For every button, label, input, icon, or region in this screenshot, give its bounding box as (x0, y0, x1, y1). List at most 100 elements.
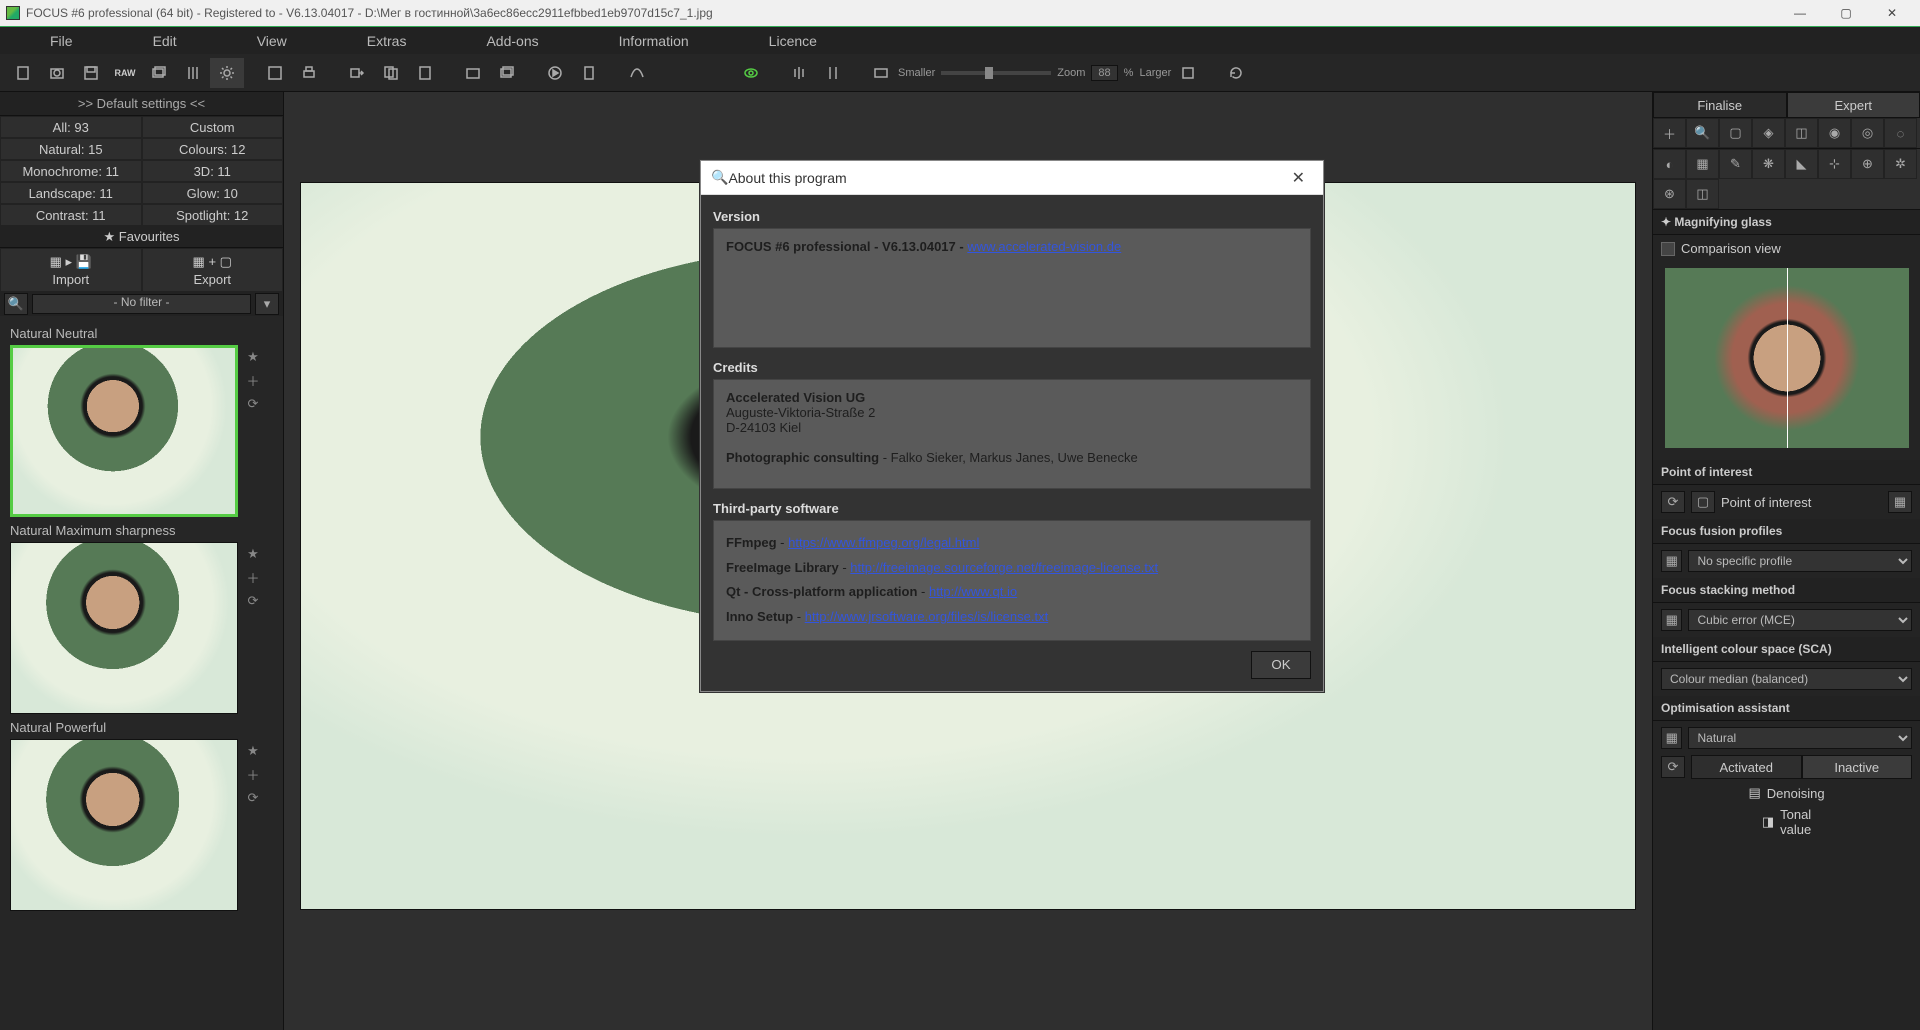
sca-select[interactable]: Colour median (balanced) (1661, 668, 1912, 690)
cat-colours[interactable]: Colours: 12 (142, 138, 284, 160)
magnifier-preview[interactable] (1665, 268, 1909, 448)
tp-link-1[interactable]: http://freeimage.sourceforge.net/freeima… (850, 560, 1158, 575)
pie-icon[interactable]: ◐ (1653, 149, 1686, 179)
ok-button[interactable]: OK (1251, 651, 1311, 679)
frame-tool-icon[interactable]: ▢ (1719, 118, 1752, 148)
nodes-icon[interactable]: ⊹ (1818, 149, 1851, 179)
fav-star-icon[interactable]: ★ (247, 743, 259, 759)
cat-monochrome[interactable]: Monochrome: 11 (0, 160, 142, 182)
menu-view[interactable]: View (217, 33, 327, 49)
zoom-smaller-label[interactable]: Smaller (898, 67, 935, 79)
profiles-head[interactable]: Focus fusion profiles (1653, 519, 1920, 544)
close-button[interactable]: ✕ (1870, 1, 1914, 25)
menu-licence[interactable]: Licence (729, 33, 857, 49)
minimize-button[interactable]: — (1778, 1, 1822, 25)
refresh-icon[interactable]: ⟳ (248, 790, 259, 806)
default-settings-bar[interactable]: >> Default settings << (0, 92, 283, 116)
zoom-slider[interactable] (941, 71, 1051, 75)
preset-list[interactable]: Natural Neutral ★ ＋ ⟳ Natural Maximum sh… (0, 316, 283, 1030)
raw-icon[interactable]: RAW (108, 58, 142, 88)
export-icon[interactable] (340, 58, 374, 88)
add-tool-icon[interactable]: ＋ (1653, 118, 1686, 148)
dialog-close-icon[interactable]: ✕ (1284, 164, 1313, 192)
add-icon[interactable]: ＋ (246, 568, 259, 587)
zoom-tool-icon[interactable]: 🔍 (1686, 118, 1719, 148)
menu-addons[interactable]: Add-ons (446, 33, 578, 49)
target-icon[interactable]: ◎ (1851, 118, 1884, 148)
menu-information[interactable]: Information (579, 33, 729, 49)
tp-link-3[interactable]: http://www.jrsoftware.org/files/is/licen… (805, 609, 1048, 624)
tp-link-2[interactable]: http://www.qt.io (929, 584, 1017, 599)
canvas-area[interactable]: 🔍 About this program ✕ Version FOCUS #6 … (284, 92, 1652, 1030)
wand-icon[interactable]: ✎ (1719, 149, 1752, 179)
compare-icon[interactable] (816, 58, 850, 88)
poi-head[interactable]: Point of interest (1653, 460, 1920, 485)
droplet-icon[interactable]: ◌ (1884, 118, 1917, 148)
play-icon[interactable] (538, 58, 572, 88)
zoom-value-input[interactable]: 88 (1091, 65, 1117, 81)
globe-icon[interactable]: ⊛ (1653, 179, 1686, 209)
cat-glow[interactable]: Glow: 10 (142, 182, 284, 204)
cat-spotlight[interactable]: Spotlight: 12 (142, 204, 284, 226)
scope-icon[interactable]: ⊕ (1851, 149, 1884, 179)
favourites-row[interactable]: ★ Favourites (0, 226, 283, 248)
grid-icon[interactable]: ▦ (1686, 149, 1719, 179)
disk-icon[interactable] (258, 58, 292, 88)
filter-select[interactable]: - No filter - (32, 294, 251, 314)
import-button[interactable]: ▦ ▸ 💾 Import (0, 248, 142, 292)
prism-icon[interactable]: ◣ (1785, 149, 1818, 179)
film-icon[interactable] (864, 58, 898, 88)
split-icon[interactable]: ◫ (1785, 118, 1818, 148)
poi-reset-icon[interactable]: ⟳ (1661, 491, 1685, 513)
camera-icon[interactable] (40, 58, 74, 88)
add-icon[interactable]: ＋ (246, 371, 259, 390)
search-icon[interactable]: 🔍 (4, 293, 28, 315)
filter-dropdown-icon[interactable]: ▾ (255, 293, 279, 315)
aperture-icon[interactable]: ✲ (1884, 149, 1917, 179)
import-multi-icon[interactable] (490, 58, 524, 88)
flip-horizontal-icon[interactable] (782, 58, 816, 88)
cat-contrast[interactable]: Contrast: 11 (0, 204, 142, 226)
cat-all[interactable]: All: 93 (0, 116, 142, 138)
save-icon[interactable] (74, 58, 108, 88)
denoising-label[interactable]: Denoising (1767, 786, 1825, 801)
preset-thumb-2[interactable] (10, 739, 238, 911)
crop-icon[interactable] (1171, 58, 1205, 88)
zoom-larger-label[interactable]: Larger (1139, 67, 1171, 79)
profiles-select[interactable]: No specific profile (1688, 550, 1912, 572)
comparison-checkbox[interactable] (1661, 242, 1675, 256)
tonal-label[interactable]: Tonal value (1780, 807, 1811, 837)
stacking-head[interactable]: Focus stacking method (1653, 578, 1920, 603)
stacking-grid-icon[interactable]: ▦ (1661, 609, 1682, 631)
layers-icon[interactable]: ◈ (1752, 118, 1785, 148)
rainbow-icon[interactable]: ❋ (1752, 149, 1785, 179)
preset-thumb-0[interactable] (10, 345, 238, 517)
opt-grid-icon[interactable]: ▦ (1661, 727, 1682, 749)
print-icon[interactable] (292, 58, 326, 88)
export-button[interactable]: ▦ + ▢ Export (142, 248, 284, 292)
tab-expert[interactable]: Expert (1787, 92, 1920, 118)
cat-natural[interactable]: Natural: 15 (0, 138, 142, 160)
profiles-grid-icon[interactable]: ▦ (1661, 550, 1682, 572)
poi-frame-icon[interactable]: ▢ (1691, 491, 1715, 513)
fav-star-icon[interactable]: ★ (247, 349, 259, 365)
opt-head[interactable]: Optimisation assistant (1653, 696, 1920, 721)
gear-icon[interactable] (210, 58, 244, 88)
add-icon[interactable]: ＋ (246, 765, 259, 784)
menu-edit[interactable]: Edit (113, 33, 217, 49)
maximize-button[interactable]: ▢ (1824, 1, 1868, 25)
inactive-toggle[interactable]: Inactive (1802, 755, 1913, 779)
open-external-icon[interactable] (456, 58, 490, 88)
eye-icon[interactable] (734, 58, 768, 88)
rotate-icon[interactable] (1219, 58, 1253, 88)
thirdparty-block[interactable]: FFmpeg - https://www.ffmpeg.org/legal.ht… (713, 520, 1311, 641)
activated-toggle[interactable]: Activated (1691, 755, 1802, 779)
new-file-icon[interactable] (6, 58, 40, 88)
menu-extras[interactable]: Extras (327, 33, 447, 49)
menu-file[interactable]: File (10, 33, 113, 49)
tab-finalise[interactable]: Finalise (1653, 92, 1787, 118)
opt-reset-icon[interactable]: ⟳ (1661, 756, 1685, 778)
opt-select[interactable]: Natural (1688, 727, 1912, 749)
refresh-icon[interactable]: ⟳ (248, 396, 259, 412)
version-link[interactable]: www.accelerated-vision.de (967, 239, 1121, 254)
